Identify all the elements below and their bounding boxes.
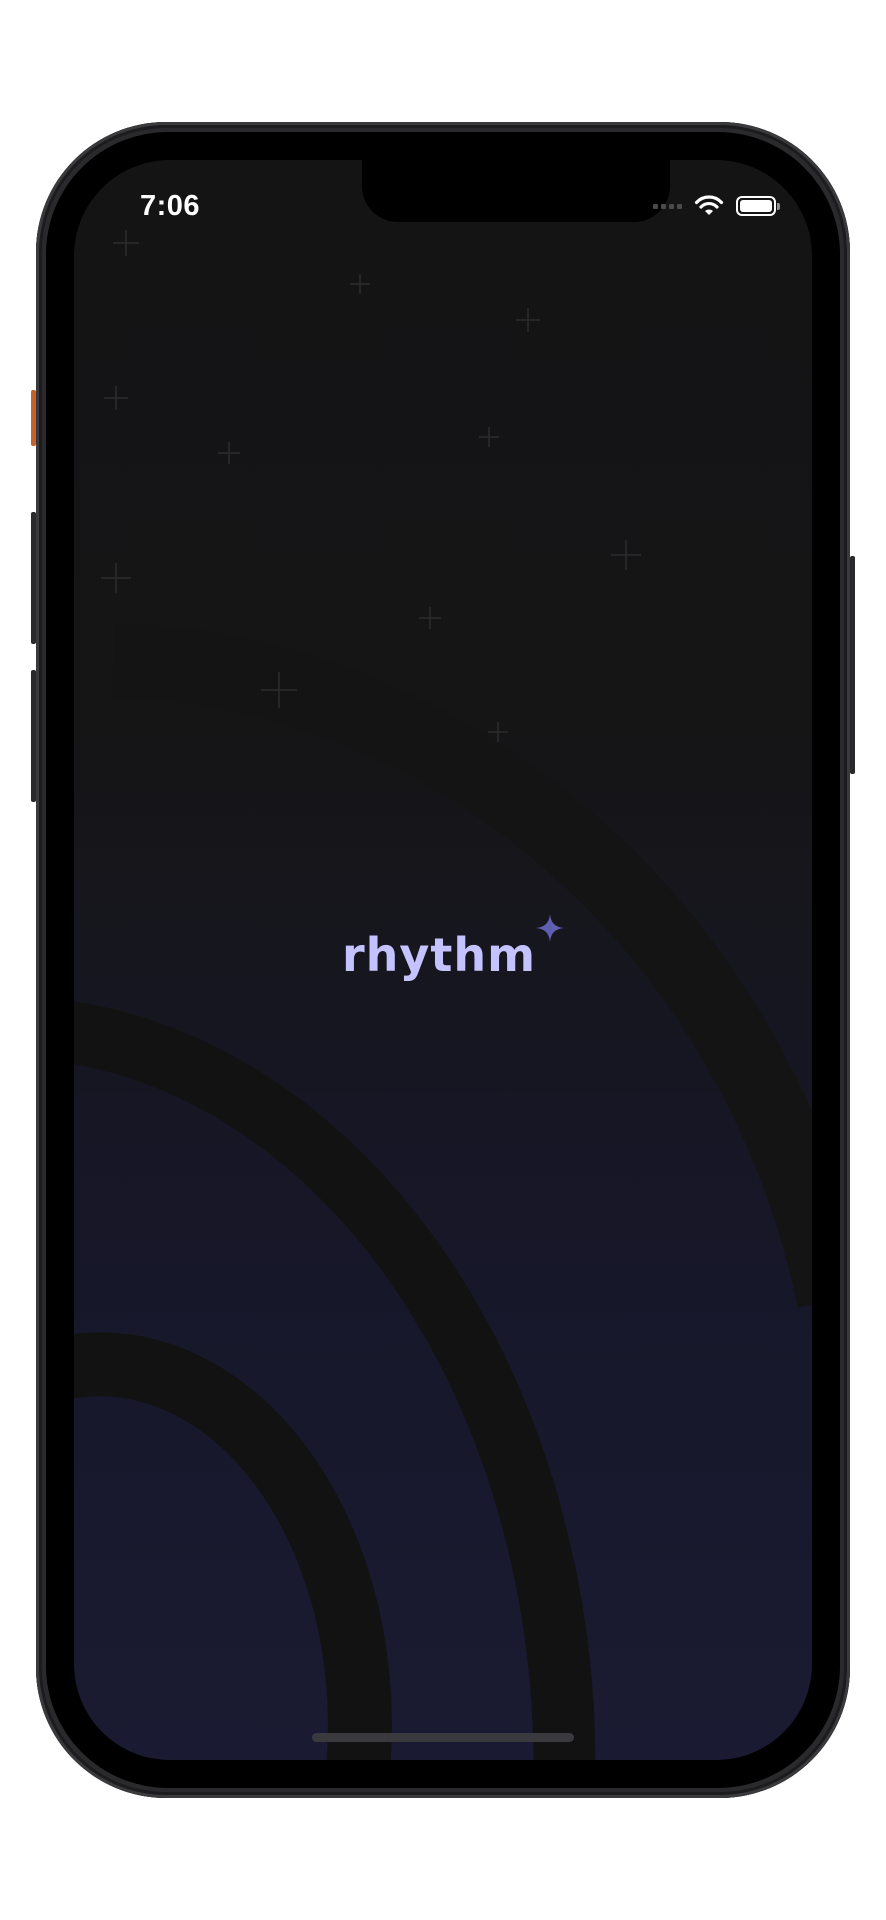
arc-band-inner xyxy=(74,1332,392,1760)
star-icon xyxy=(479,427,499,447)
splash-screen: 7:06 rhythm xyxy=(74,160,812,1760)
star-icon xyxy=(516,308,540,332)
cellular-signal-icon xyxy=(653,203,682,209)
stage: 7:06 rhythm xyxy=(0,0,886,1920)
status-icons xyxy=(653,192,780,220)
status-time: 7:06 xyxy=(140,190,201,222)
star-icon xyxy=(218,442,240,464)
star-icon xyxy=(113,230,139,256)
notch xyxy=(362,160,670,222)
arc-band-outer xyxy=(112,623,812,1308)
star-icon xyxy=(101,563,131,593)
star-icon xyxy=(350,274,370,294)
battery-cap xyxy=(777,203,780,210)
battery-level xyxy=(740,200,772,212)
battery-icon xyxy=(736,196,780,216)
wifi-icon xyxy=(694,195,724,215)
star-icon xyxy=(611,540,641,570)
background-decoration xyxy=(74,230,812,1760)
power-button xyxy=(850,556,855,774)
star-icon xyxy=(419,607,441,629)
home-indicator[interactable] xyxy=(312,1733,574,1742)
star-icon xyxy=(104,386,128,410)
